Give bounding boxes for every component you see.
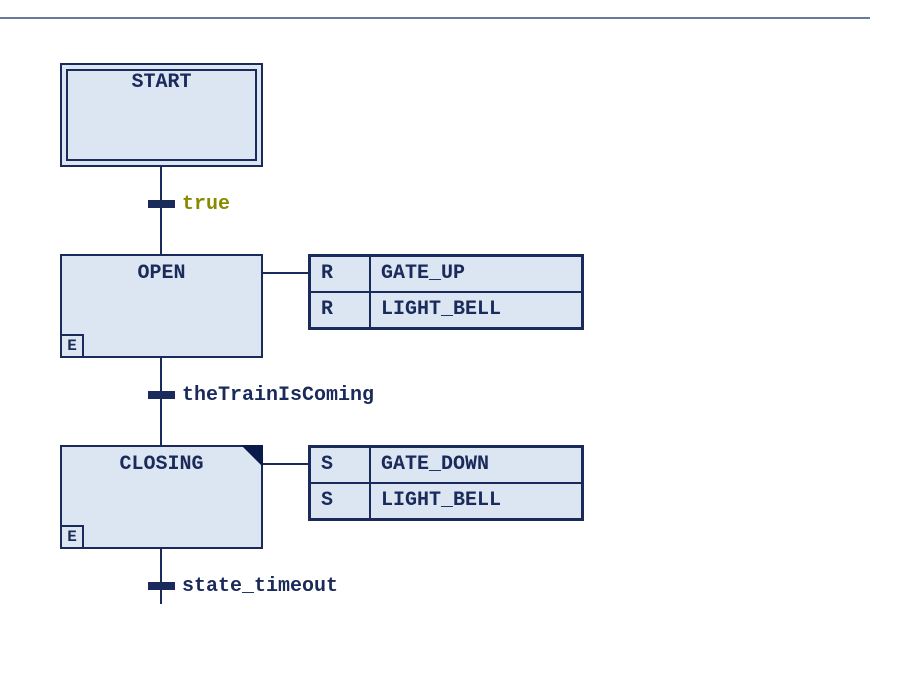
action-name: LIGHT_BELL <box>370 292 582 328</box>
action-name: GATE_UP <box>370 256 582 292</box>
connector <box>263 463 308 465</box>
step-open[interactable]: OPEN E <box>60 254 263 358</box>
transition-t3-label: state_timeout <box>182 575 338 598</box>
step-start[interactable]: START <box>60 63 263 167</box>
step-closing-label: CLOSING <box>62 447 261 476</box>
sfc-diagram: START true OPEN E R GATE_UP R LIGHT_BELL… <box>0 0 900 675</box>
transition-t1-bar[interactable] <box>148 200 175 208</box>
step-closing-qualifier: E <box>60 525 84 549</box>
action-qualifier: R <box>310 256 370 292</box>
step-open-label: OPEN <box>62 256 261 285</box>
step-open-qualifier: E <box>60 334 84 358</box>
action-qualifier: S <box>310 483 370 519</box>
step-flag-icon <box>241 445 263 467</box>
initial-step-indicator <box>66 69 257 161</box>
connector <box>160 399 162 445</box>
page-divider <box>0 17 870 19</box>
transition-t1-label: true <box>182 193 230 216</box>
action-name: GATE_DOWN <box>370 447 582 483</box>
actions-closing[interactable]: S GATE_DOWN S LIGHT_BELL <box>308 445 584 521</box>
step-closing[interactable]: CLOSING E <box>60 445 263 549</box>
action-qualifier: S <box>310 447 370 483</box>
actions-open[interactable]: R GATE_UP R LIGHT_BELL <box>308 254 584 330</box>
transition-t3-bar[interactable] <box>148 582 175 590</box>
transition-t2-label: theTrainIsComing <box>182 384 374 407</box>
action-name: LIGHT_BELL <box>370 483 582 519</box>
transition-t2-bar[interactable] <box>148 391 175 399</box>
connector <box>160 208 162 254</box>
action-qualifier: R <box>310 292 370 328</box>
connector <box>263 272 308 274</box>
connector <box>160 549 162 604</box>
